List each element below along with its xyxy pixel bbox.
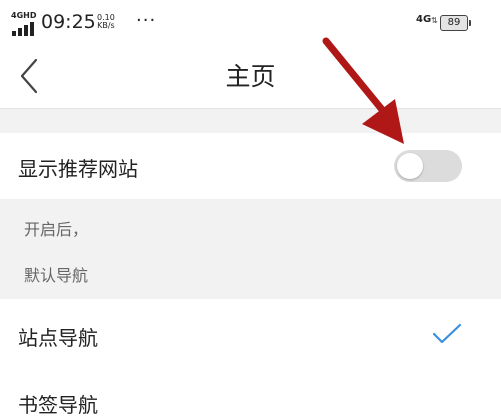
show-recommended-sites-toggle[interactable] [394, 150, 462, 182]
network-speed: 0.10 KB/s [97, 14, 115, 30]
more-status-icon: ··· [136, 10, 157, 31]
signal-icon: 4GHD [11, 12, 39, 36]
page-title: 主页 [225, 62, 276, 91]
network-type-right: 4G [416, 14, 432, 25]
site-navigation-option[interactable]: 站点导航 [0, 299, 501, 369]
description-line-2: 默认导航 [24, 266, 89, 285]
site-navigation-label: 站点导航 [18, 326, 98, 350]
checkmark-icon [432, 323, 462, 344]
description-line-1: 开启后， [24, 220, 89, 239]
bookmark-navigation-option[interactable]: 书签导航 [0, 369, 501, 417]
signal-bars-icon [12, 22, 34, 36]
status-time: 09:25 [41, 11, 96, 33]
show-recommended-sites-label: 显示推荐网站 [18, 157, 138, 181]
data-activity-icon: ⇅ [431, 16, 438, 25]
toggle-knob [397, 153, 423, 179]
status-bar: 4GHD 09:25 0.10 KB/s ··· 4G ⇅ 89 [0, 0, 501, 46]
show-recommended-sites-row[interactable]: 显示推荐网站 [0, 133, 501, 199]
battery-icon: 89 [440, 15, 471, 31]
network-type-label: 4GHD [11, 11, 37, 20]
header: 主页 [0, 46, 501, 108]
section-divider [0, 108, 501, 134]
description-panel: 开启后， 默认导航 [0, 199, 501, 299]
speed-unit: KB/s [97, 21, 115, 30]
bookmark-navigation-label: 书签导航 [18, 393, 98, 417]
battery-level: 89 [447, 17, 461, 28]
